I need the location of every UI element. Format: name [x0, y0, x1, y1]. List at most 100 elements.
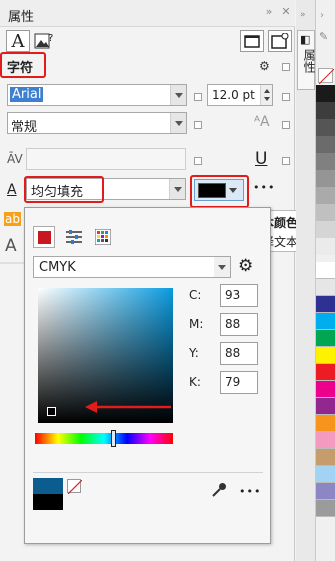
no-color-icon[interactable]	[67, 479, 83, 495]
palette-swatch[interactable]	[316, 330, 335, 347]
color-model-combo[interactable]: CMYK	[33, 256, 231, 278]
palette-swatch[interactable]	[316, 449, 335, 466]
palette-swatch[interactable]	[316, 381, 335, 398]
font-style-combo[interactable]: 常规	[7, 112, 187, 135]
text-size-icon[interactable]: ᴬA	[254, 114, 270, 130]
chevron-down-icon[interactable]	[169, 179, 185, 199]
font-style-value: 常规	[11, 120, 38, 135]
font-size-input[interactable]: 12.0 pt	[207, 84, 273, 106]
font-name-value: Arial	[10, 87, 44, 102]
divider	[0, 262, 24, 264]
palette-swatch[interactable]	[316, 238, 335, 255]
panel-title-bar: 属性 » ✕	[0, 0, 295, 27]
docker-tabs-strip: » ◧ 属性	[296, 0, 316, 561]
palette-swatch[interactable]	[316, 466, 335, 483]
chevron-down-icon[interactable]	[170, 113, 186, 133]
color-palettes-icon[interactable]	[94, 228, 112, 248]
more-options-button[interactable]: •••	[253, 181, 275, 194]
double-chevron-right-icon[interactable]: »	[300, 10, 306, 20]
checkbox[interactable]	[282, 63, 290, 71]
gear-icon[interactable]: ⚙	[259, 59, 270, 73]
checkbox[interactable]	[194, 157, 202, 165]
palette-swatch[interactable]	[316, 483, 335, 500]
red-square-icon	[37, 230, 51, 244]
checkbox[interactable]	[282, 93, 290, 101]
highlight-box	[0, 52, 46, 78]
image-settings-icon[interactable]: ?	[34, 31, 56, 51]
close-icon[interactable]: ✕	[280, 6, 292, 18]
color-viewer-button[interactable]	[33, 226, 55, 248]
color-picker-popup: CMYK ⚙ C: 93 M: 88 Y: 88 K: 79 •••	[24, 207, 271, 544]
cmyk-label: C:	[189, 288, 202, 302]
color-palette	[316, 262, 335, 517]
palette-swatch[interactable]	[316, 170, 335, 187]
color-sliders-icon[interactable]	[65, 228, 83, 249]
checkbox[interactable]	[282, 121, 290, 129]
character-a-icon: A	[11, 30, 25, 52]
palette-swatch[interactable]	[316, 102, 335, 119]
red-arrow-annotation	[85, 401, 171, 413]
kerning-input[interactable]	[26, 148, 186, 170]
color-model-value: CMYK	[39, 260, 76, 275]
hue-slider[interactable]	[35, 430, 173, 447]
no-fill-swatch[interactable]	[318, 68, 335, 85]
kerning-icon: ĀV	[7, 152, 23, 166]
pen-icon[interactable]: ✎	[319, 30, 328, 43]
eyedropper-icon[interactable]	[211, 482, 227, 501]
properties-panel: 属性 » ✕ A ? 字符 ⚙ Arial 12.0 pt 常规 ᴬA ĀV U…	[0, 0, 335, 561]
palette-swatch[interactable]	[316, 432, 335, 449]
gray-swatch-column	[316, 85, 335, 255]
cmyk-value-input[interactable]: 93	[220, 284, 258, 307]
chevron-right-icon[interactable]: ›	[320, 10, 324, 21]
palette-swatch[interactable]	[316, 347, 335, 364]
palette-swatch[interactable]	[316, 415, 335, 432]
font-size-spinner[interactable]	[260, 85, 272, 105]
cmyk-label: K:	[189, 375, 201, 389]
cmyk-value-input[interactable]: 79	[220, 371, 258, 394]
cmyk-label: Y:	[189, 346, 199, 360]
color-field-marker[interactable]	[47, 407, 57, 417]
palette-swatch[interactable]	[316, 136, 335, 153]
double-chevron-right-icon[interactable]: »	[263, 6, 275, 18]
character-mode-button[interactable]: A	[6, 30, 30, 52]
hue-slider-thumb[interactable]	[110, 430, 116, 447]
new-color-swatch	[33, 494, 63, 510]
palette-swatch[interactable]	[316, 187, 335, 204]
palette-swatch[interactable]	[316, 119, 335, 136]
checkbox[interactable]	[194, 93, 202, 101]
palette-swatch[interactable]	[316, 153, 335, 170]
svg-text:?: ?	[48, 33, 53, 44]
highlight-box	[24, 176, 104, 203]
palette-swatch[interactable]	[316, 500, 335, 517]
font-name-combo[interactable]: Arial	[7, 84, 187, 106]
text-fill-icon: A	[7, 182, 17, 198]
cmyk-value-input[interactable]: 88	[220, 313, 258, 336]
palette-swatch[interactable]	[316, 279, 335, 296]
palette-swatch[interactable]	[316, 398, 335, 415]
outline-a-icon: A	[5, 236, 17, 256]
palette-swatch[interactable]	[316, 262, 335, 279]
gear-icon[interactable]: ⚙	[238, 256, 253, 276]
cmyk-value-input[interactable]: 88	[220, 342, 258, 365]
tab-properties[interactable]: ◧ 属性	[297, 30, 316, 90]
chevron-down-icon[interactable]	[214, 257, 230, 277]
checkbox[interactable]	[194, 121, 202, 129]
divider	[33, 472, 263, 473]
cmyk-label: M:	[189, 317, 204, 331]
more-options-button[interactable]: •••	[239, 485, 261, 498]
palette-swatch[interactable]	[316, 313, 335, 330]
palette-swatch[interactable]	[316, 204, 335, 221]
palette-swatch[interactable]	[316, 364, 335, 381]
highlight-box	[190, 175, 249, 208]
paragraph-frame-button[interactable]	[268, 30, 292, 52]
palette-swatch[interactable]	[316, 296, 335, 313]
font-size-value: 12.0 pt	[212, 88, 255, 102]
palette-swatch[interactable]	[316, 85, 335, 102]
palette-swatch[interactable]	[316, 221, 335, 238]
underline-icon[interactable]: U	[255, 149, 267, 169]
frame-mode-button[interactable]	[240, 30, 264, 52]
chevron-down-icon[interactable]	[170, 85, 186, 105]
checkbox[interactable]	[282, 157, 290, 165]
properties-tab-icon: ◧	[300, 33, 311, 46]
text-background-icon: ab	[4, 212, 21, 226]
